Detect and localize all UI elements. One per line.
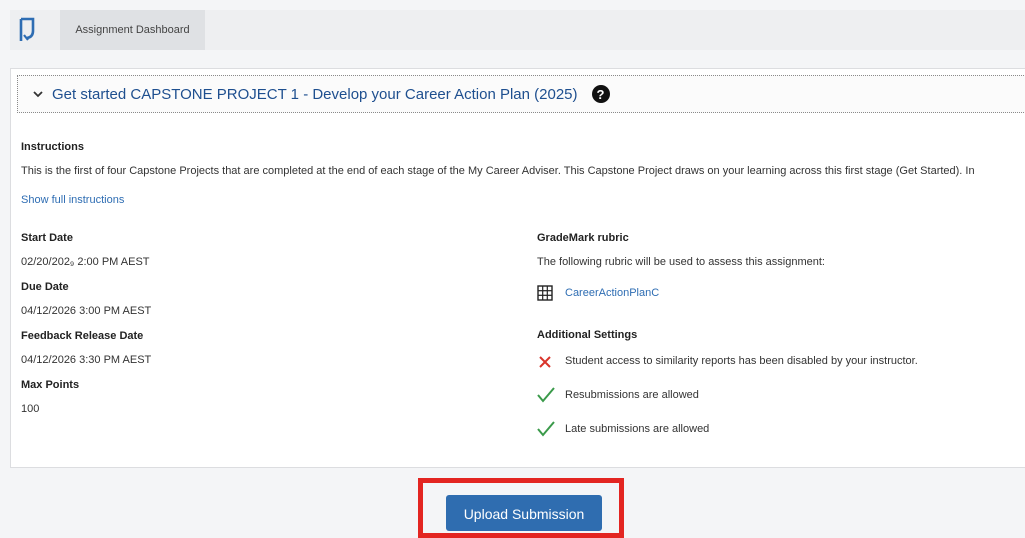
turnitin-logo-icon[interactable] <box>18 17 40 43</box>
check-icon <box>537 387 555 403</box>
start-date-value: 02/20/202₉ 2:00 PM AEST <box>21 256 150 268</box>
due-date-label: Due Date <box>21 281 69 293</box>
grid-icon <box>537 285 553 301</box>
rubric-link-careeractionplanc[interactable]: CareerActionPlanC <box>565 287 659 299</box>
setting-resubmissions: Resubmissions are allowed <box>565 389 699 401</box>
check-icon <box>537 421 555 437</box>
x-icon <box>539 356 551 368</box>
start-date-label: Start Date <box>21 232 73 244</box>
tab-assignment-dashboard[interactable]: Assignment Dashboard <box>60 10 205 50</box>
show-full-instructions-link[interactable]: Show full instructions <box>21 194 124 206</box>
assignment-panel: Get started CAPSTONE PROJECT 1 - Develop… <box>10 68 1025 468</box>
feedback-release-date-label: Feedback Release Date <box>21 330 144 342</box>
help-icon[interactable]: ? <box>591 85 610 103</box>
chevron-down-icon[interactable] <box>32 88 44 100</box>
setting-late-submissions: Late submissions are allowed <box>565 423 710 435</box>
upload-submission-button[interactable]: Upload Submission <box>446 495 602 531</box>
feedback-release-date-value: 04/12/2026 3:30 PM AEST <box>21 354 152 366</box>
assignment-header[interactable]: Get started CAPSTONE PROJECT 1 - Develop… <box>17 75 1025 113</box>
rubric-description: The following rubric will be used to ass… <box>537 256 825 268</box>
top-bar: Assignment Dashboard <box>10 10 1025 50</box>
instructions-heading: Instructions <box>21 141 84 153</box>
max-points-value: 100 <box>21 403 40 415</box>
instructions-text: This is the first of four Capstone Proje… <box>21 165 975 177</box>
grademark-rubric-heading: GradeMark rubric <box>537 232 629 244</box>
assignment-title: Get started CAPSTONE PROJECT 1 - Develop… <box>52 85 578 103</box>
additional-settings-heading: Additional Settings <box>537 329 638 341</box>
max-points-label: Max Points <box>21 379 80 391</box>
due-date-value: 04/12/2026 3:00 PM AEST <box>21 305 152 317</box>
setting-similarity-reports: Student access to similarity reports has… <box>565 355 918 367</box>
